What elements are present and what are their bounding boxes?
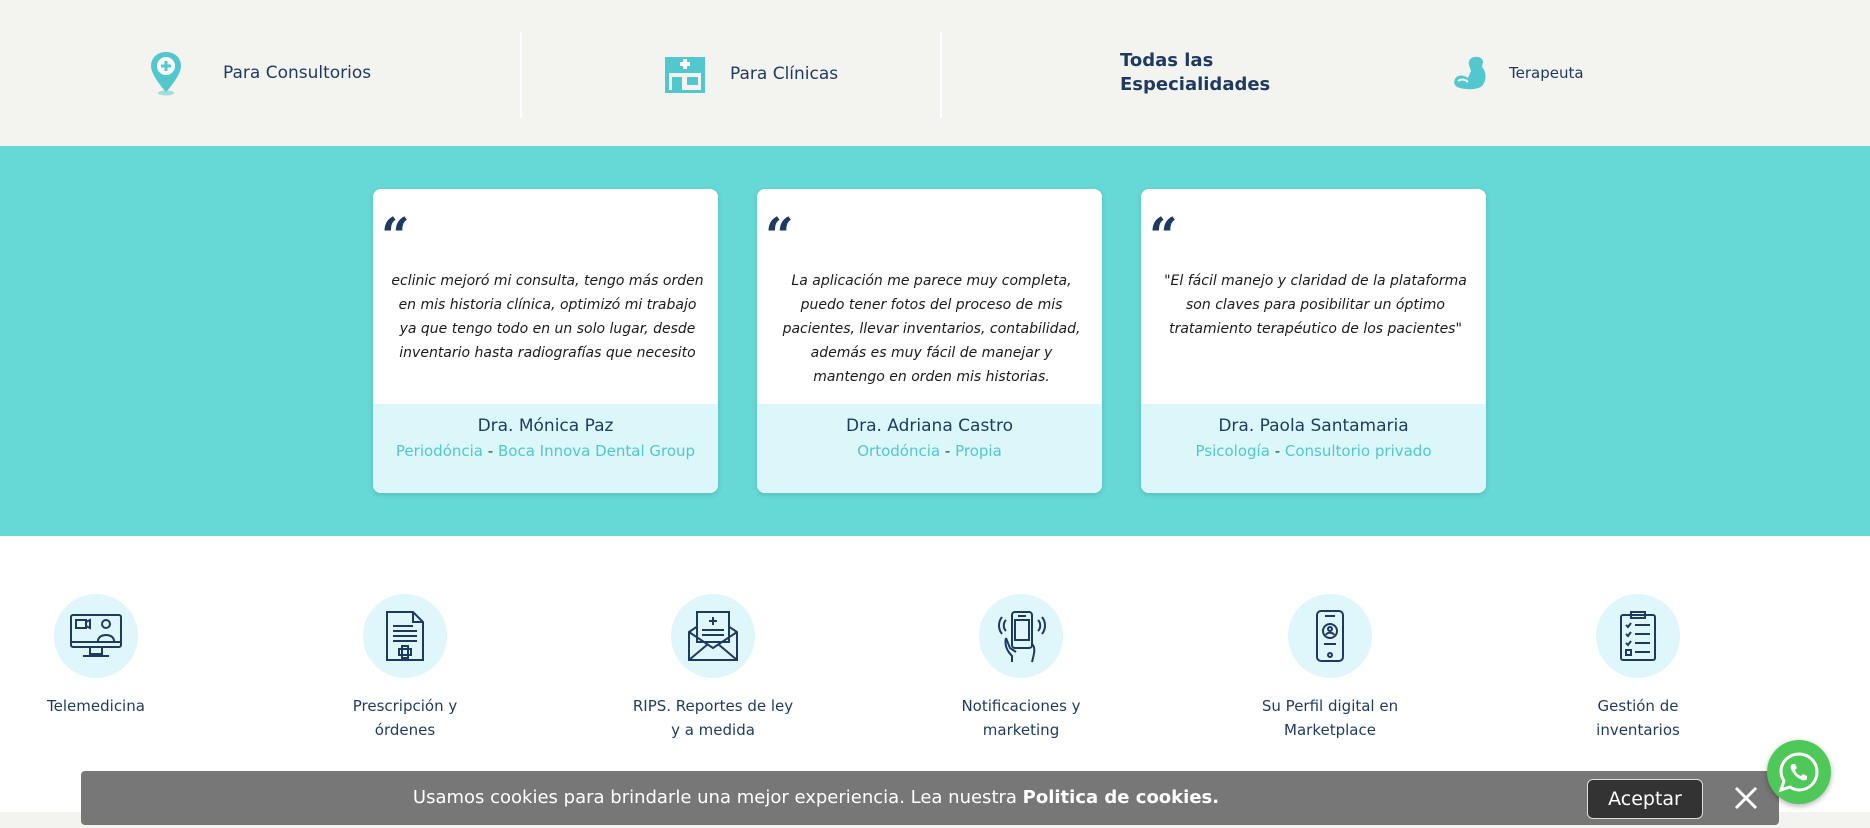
feature-label-line2: Marketplace <box>1284 721 1376 739</box>
meta-separator: - <box>944 442 951 460</box>
report-envelope-icon <box>671 594 755 678</box>
nav-especialidades-line2: Especialidades <box>1120 74 1271 95</box>
feature-label-line1: Su Perfil digital en <box>1261 697 1399 715</box>
feature-telemedicina[interactable]: Telemedicina <box>0 594 216 718</box>
cookie-text: Usamos cookies para brindarle una mejor … <box>412 787 1023 808</box>
feature-label-line1: Gestión de <box>1597 697 1679 715</box>
testimonial-card: “ La aplicación me parece muy completa, … <box>757 189 1102 493</box>
testimonial-quote: La aplicación me parece muy completa, pu… <box>782 273 1081 385</box>
testimonial-author-meta: Psicología - Consultorio privado <box>1141 442 1486 460</box>
phone-notification-icon <box>979 594 1063 678</box>
nav-divider <box>520 32 522 118</box>
feature-label: Gestión de inventarios <box>1518 694 1758 742</box>
whatsapp-icon <box>1777 750 1821 794</box>
whatsapp-chat-button[interactable] <box>1767 740 1831 804</box>
feature-label-line1: RIPS. Reportes de ley <box>632 697 794 715</box>
testimonial-quote: "El fácil manejo y claridad de la plataf… <box>1164 273 1467 337</box>
quote-mark-icon: “ <box>765 206 794 265</box>
testimonial-card: “ eclinic mejoró mi consulta, tengo más … <box>373 189 718 493</box>
nav-especialidades-line1: Todas las <box>1120 50 1214 71</box>
nav-label-clinicas: Para Clínicas <box>730 64 839 84</box>
feature-inventarios[interactable]: Gestión de inventarios <box>1518 594 1758 742</box>
testimonial-place: Propia <box>955 442 1002 460</box>
cookie-consent-bar: Usamos cookies para brindarle una mejor … <box>81 771 1779 825</box>
feature-perfil-digital[interactable]: Su Perfil digital en Marketplace <box>1210 594 1450 742</box>
flexed-arm-icon <box>1452 55 1488 91</box>
cookie-message: Usamos cookies para brindarle una mejor … <box>81 787 1551 808</box>
testimonials-section: “ eclinic mejoró mi consulta, tengo más … <box>0 146 1870 536</box>
nav-item-clinicas[interactable]: Para Clínicas <box>664 55 839 94</box>
feature-label: Su Perfil digital en Marketplace <box>1210 694 1450 742</box>
nav-label-consultorios: Para Consultorios <box>223 63 372 83</box>
telemedicine-monitor-icon <box>54 594 138 678</box>
nav-divider <box>940 32 942 118</box>
testimonial-author-meta: Ortodóncia - Propia <box>757 442 1102 460</box>
digital-profile-phone-icon <box>1288 594 1372 678</box>
feature-label: Telemedicina <box>0 694 216 718</box>
testimonial-specialty: Psicología <box>1195 442 1270 460</box>
testimonial-quote: eclinic mejoró mi consulta, tengo más or… <box>391 273 704 361</box>
feature-notificaciones[interactable]: Notificaciones y marketing <box>901 594 1141 742</box>
feature-label-line2: y a medida <box>671 721 755 739</box>
nav-item-terapeuta[interactable]: Terapeuta <box>1452 55 1584 91</box>
quote-mark-icon: “ <box>381 206 410 265</box>
meta-separator: - <box>487 442 494 460</box>
specialty-nav-bar: Para Consultorios Para Clínicas Todas la… <box>0 0 1870 146</box>
testimonial-place: Boca Innova Dental Group <box>497 442 696 460</box>
feature-prescripcion[interactable]: Prescripción y órdenes <box>285 594 525 742</box>
cookie-policy-link[interactable]: Politica de cookies. <box>1023 787 1219 808</box>
location-pin-icon <box>148 50 184 96</box>
prescription-document-icon <box>363 594 447 678</box>
feature-label: Prescripción y órdenes <box>285 694 525 742</box>
feature-rips[interactable]: RIPS. Reportes de ley y a medida <box>593 594 833 742</box>
nav-item-consultorios[interactable]: Para Consultorios <box>148 50 371 96</box>
testimonial-card: “ "El fácil manejo y claridad de la plat… <box>1141 189 1486 493</box>
inventory-checklist-icon <box>1596 594 1680 678</box>
quote-mark-icon: “ <box>1149 206 1178 265</box>
testimonial-place: Consultorio privado <box>1284 442 1432 460</box>
testimonial-specialty: Ortodóncia <box>857 442 941 460</box>
clinic-building-icon <box>664 55 706 94</box>
meta-separator: - <box>1274 442 1281 460</box>
feature-label-line2: inventarios <box>1596 721 1680 739</box>
feature-label-line2: órdenes <box>374 721 436 739</box>
accept-cookies-button[interactable]: Aceptar <box>1587 779 1703 819</box>
testimonial-author-panel: Dra. Mónica Paz Periodóncia - Boca Innov… <box>373 404 718 493</box>
testimonial-author-name: Dra. Paola Santamaria <box>1218 416 1409 436</box>
testimonial-specialty: Periodóncia <box>395 442 483 460</box>
feature-label-line1: Prescripción y <box>352 697 458 715</box>
feature-label: RIPS. Reportes de ley y a medida <box>593 694 833 742</box>
testimonial-author-name: Dra. Adriana Castro <box>846 416 1013 436</box>
nav-label-terapeuta: Terapeuta <box>1509 64 1584 82</box>
testimonial-author-panel: Dra. Adriana Castro Ortodóncia - Propia <box>757 404 1102 493</box>
testimonial-author-meta: Periodóncia - Boca Innova Dental Group <box>373 442 718 460</box>
feature-label-line1: Telemedicina <box>47 697 145 715</box>
feature-label-line1: Notificaciones y <box>961 697 1081 715</box>
feature-label-line2: marketing <box>982 721 1060 739</box>
nav-item-todas-especialidades[interactable]: Todas las Especialidades <box>1120 49 1270 97</box>
testimonial-author-name: Dra. Mónica Paz <box>477 416 614 436</box>
testimonial-author-panel: Dra. Paola Santamaria Psicología - Consu… <box>1141 404 1486 493</box>
feature-label: Notificaciones y marketing <box>901 694 1141 742</box>
close-icon[interactable] <box>1731 783 1761 813</box>
